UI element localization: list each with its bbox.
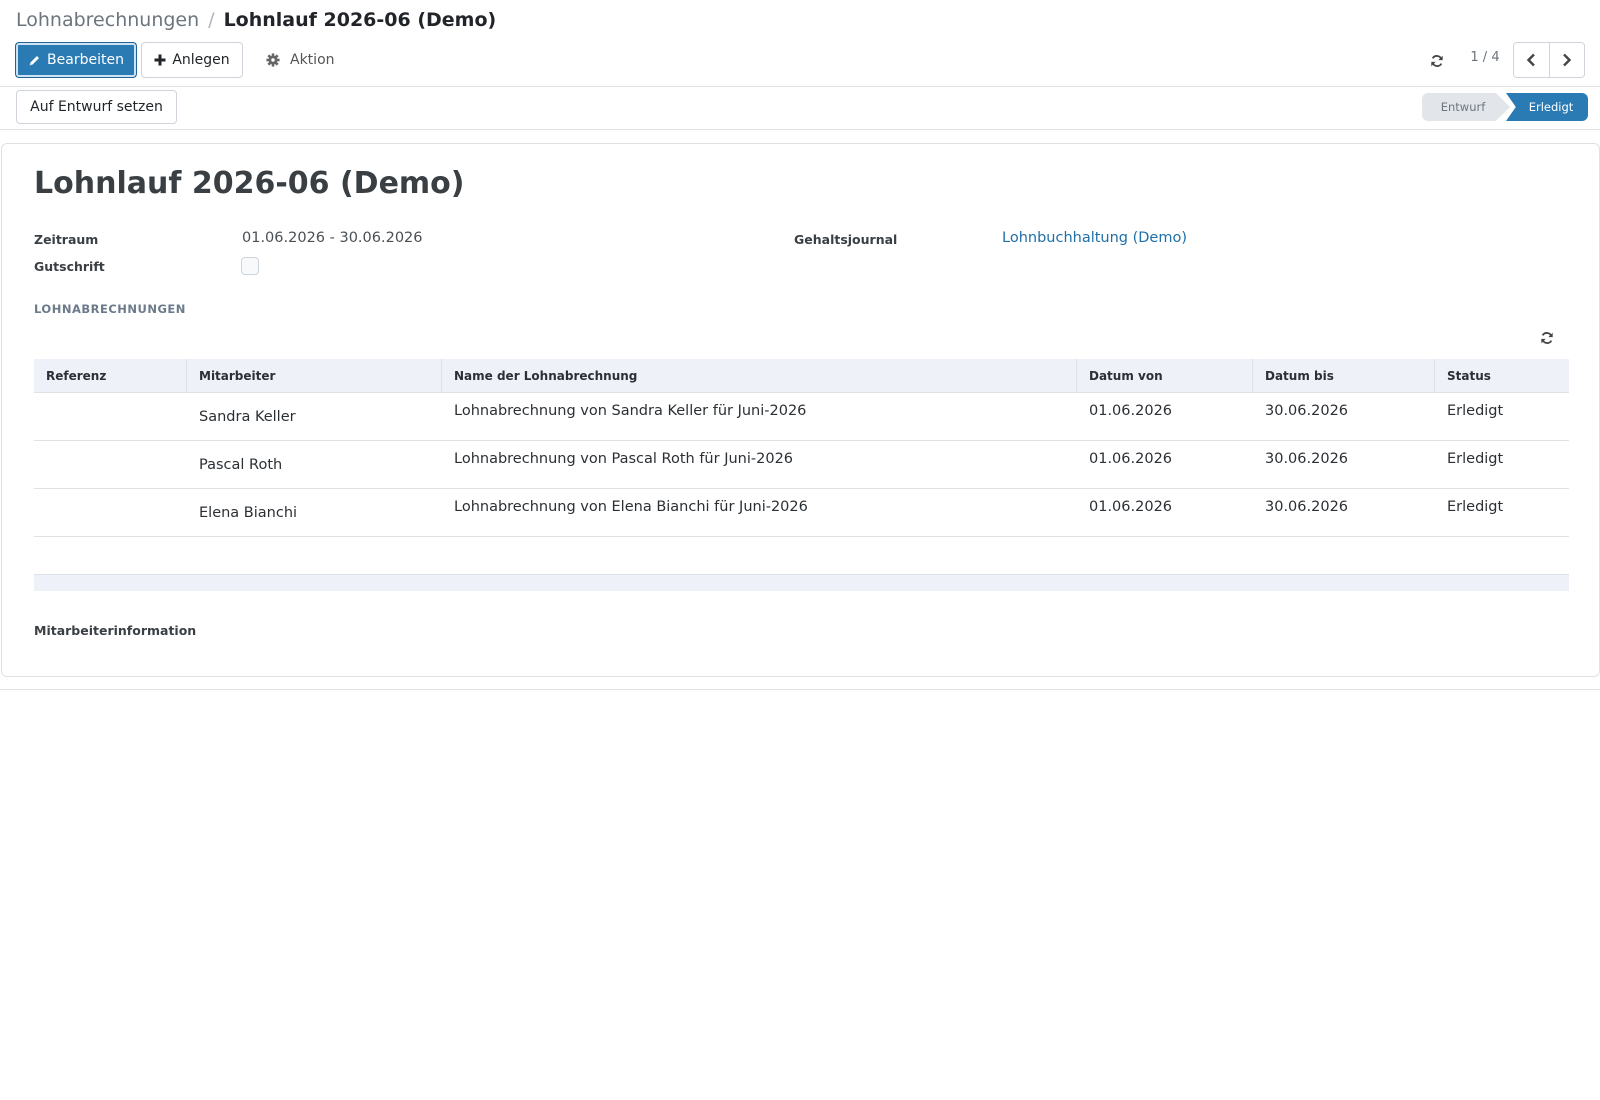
set-to-draft-button[interactable]: Auf Entwurf setzen bbox=[16, 90, 177, 124]
plus-icon bbox=[154, 54, 166, 66]
cell-reference bbox=[34, 393, 187, 440]
breadcrumb-current: Lohnlauf 2026-06 (Demo) bbox=[223, 9, 497, 31]
table-footer bbox=[34, 575, 1569, 591]
action-menu-label: Aktion bbox=[290, 52, 335, 68]
refresh-icon bbox=[1430, 54, 1444, 68]
cell-employee: Elena Bianchi bbox=[199, 504, 298, 521]
salary-journal-link[interactable]: Lohnbuchhaltung (Demo) bbox=[1002, 230, 1187, 246]
pager-buttons bbox=[1513, 42, 1585, 78]
chevron-left-icon bbox=[1526, 53, 1536, 67]
table-row[interactable]: Sandra Keller Lohnabrechnung von Sandra … bbox=[34, 393, 1569, 441]
column-header-date-from[interactable]: Datum von bbox=[1077, 359, 1253, 392]
breadcrumb: Lohnabrechnungen / Lohnlauf 2026-06 (Dem… bbox=[16, 9, 496, 31]
table-row[interactable]: Elena Bianchi Lohnabrechnung von Elena B… bbox=[34, 489, 1569, 537]
refresh-icon bbox=[1540, 331, 1554, 345]
employee-info-section-title: Mitarbeiterinformation bbox=[34, 623, 197, 638]
salary-journal-label: Gehaltsjournal bbox=[794, 232, 898, 247]
cell-status: Erledigt bbox=[1447, 403, 1504, 419]
status-steps: Entwurf Erledigt bbox=[1422, 93, 1588, 121]
edit-button[interactable]: Bearbeiten bbox=[15, 42, 137, 78]
edit-button-label: Bearbeiten bbox=[47, 52, 124, 68]
divider bbox=[0, 689, 1600, 690]
column-header-reference[interactable]: Referenz bbox=[34, 359, 187, 392]
action-menu-button[interactable]: Aktion bbox=[262, 42, 339, 78]
create-button-label: Anlegen bbox=[172, 52, 230, 68]
cell-payslip-name: Lohnabrechnung von Sandra Keller für Jun… bbox=[454, 403, 807, 419]
pager-next-button[interactable] bbox=[1548, 43, 1584, 77]
cell-payslip-name: Lohnabrechnung von Pascal Roth für Juni-… bbox=[454, 451, 794, 467]
column-header-status[interactable]: Status bbox=[1435, 359, 1569, 392]
cell-date-from: 01.06.2026 bbox=[1089, 499, 1173, 515]
breadcrumb-parent-link[interactable]: Lohnabrechnungen bbox=[16, 9, 199, 31]
form-sheet: Lohnlauf 2026-06 (Demo) Zeitraum 01.06.2… bbox=[1, 143, 1600, 677]
table-body: Sandra Keller Lohnabrechnung von Sandra … bbox=[34, 393, 1569, 591]
payslips-section-title: LOHNABRECHNUNGEN bbox=[34, 302, 186, 316]
table-refresh-button[interactable] bbox=[1535, 326, 1559, 350]
payslips-table: Referenz Mitarbeiter Name der Lohnabrech… bbox=[34, 359, 1569, 591]
column-header-date-to[interactable]: Datum bis bbox=[1253, 359, 1435, 392]
credit-note-checkbox[interactable] bbox=[241, 257, 259, 275]
period-label: Zeitraum bbox=[34, 232, 99, 247]
credit-note-label: Gutschrift bbox=[34, 259, 105, 274]
column-header-employee[interactable]: Mitarbeiter bbox=[187, 359, 442, 392]
table-empty-row bbox=[34, 537, 1569, 575]
table-header: Referenz Mitarbeiter Name der Lohnabrech… bbox=[34, 359, 1569, 393]
cell-status: Erledigt bbox=[1447, 499, 1504, 515]
cell-date-to: 30.06.2026 bbox=[1265, 403, 1349, 419]
table-row[interactable]: Pascal Roth Lohnabrechnung von Pascal Ro… bbox=[34, 441, 1569, 489]
pager-previous-button[interactable] bbox=[1514, 43, 1549, 77]
cell-reference bbox=[34, 489, 187, 536]
column-header-payslip-name[interactable]: Name der Lohnabrechnung bbox=[442, 359, 1077, 392]
cell-reference bbox=[34, 441, 187, 488]
page-title: Lohnlauf 2026-06 (Demo) bbox=[34, 166, 465, 201]
period-value: 01.06.2026 - 30.06.2026 bbox=[242, 230, 423, 246]
status-bar: Auf Entwurf setzen Entwurf Erledigt bbox=[0, 87, 1600, 130]
status-step-done[interactable]: Erledigt bbox=[1506, 93, 1588, 121]
cell-status: Erledigt bbox=[1447, 451, 1504, 467]
cell-payslip-name: Lohnabrechnung von Elena Bianchi für Jun… bbox=[454, 499, 808, 515]
control-panel: Lohnabrechnungen / Lohnlauf 2026-06 (Dem… bbox=[0, 0, 1600, 87]
cell-date-from: 01.06.2026 bbox=[1089, 451, 1173, 467]
breadcrumb-separator: / bbox=[208, 9, 215, 31]
reload-button[interactable] bbox=[1424, 48, 1450, 74]
pencil-icon bbox=[28, 54, 41, 67]
cell-date-to: 30.06.2026 bbox=[1265, 451, 1349, 467]
cell-employee: Sandra Keller bbox=[199, 408, 296, 425]
chevron-right-icon bbox=[1562, 53, 1572, 67]
gear-icon bbox=[266, 53, 280, 67]
cell-date-from: 01.06.2026 bbox=[1089, 403, 1173, 419]
cell-date-to: 30.06.2026 bbox=[1265, 499, 1349, 515]
create-button[interactable]: Anlegen bbox=[141, 42, 243, 78]
cell-employee: Pascal Roth bbox=[199, 456, 283, 473]
status-step-draft[interactable]: Entwurf bbox=[1422, 93, 1510, 121]
pager-value[interactable]: 1 / 4 bbox=[1460, 50, 1510, 65]
